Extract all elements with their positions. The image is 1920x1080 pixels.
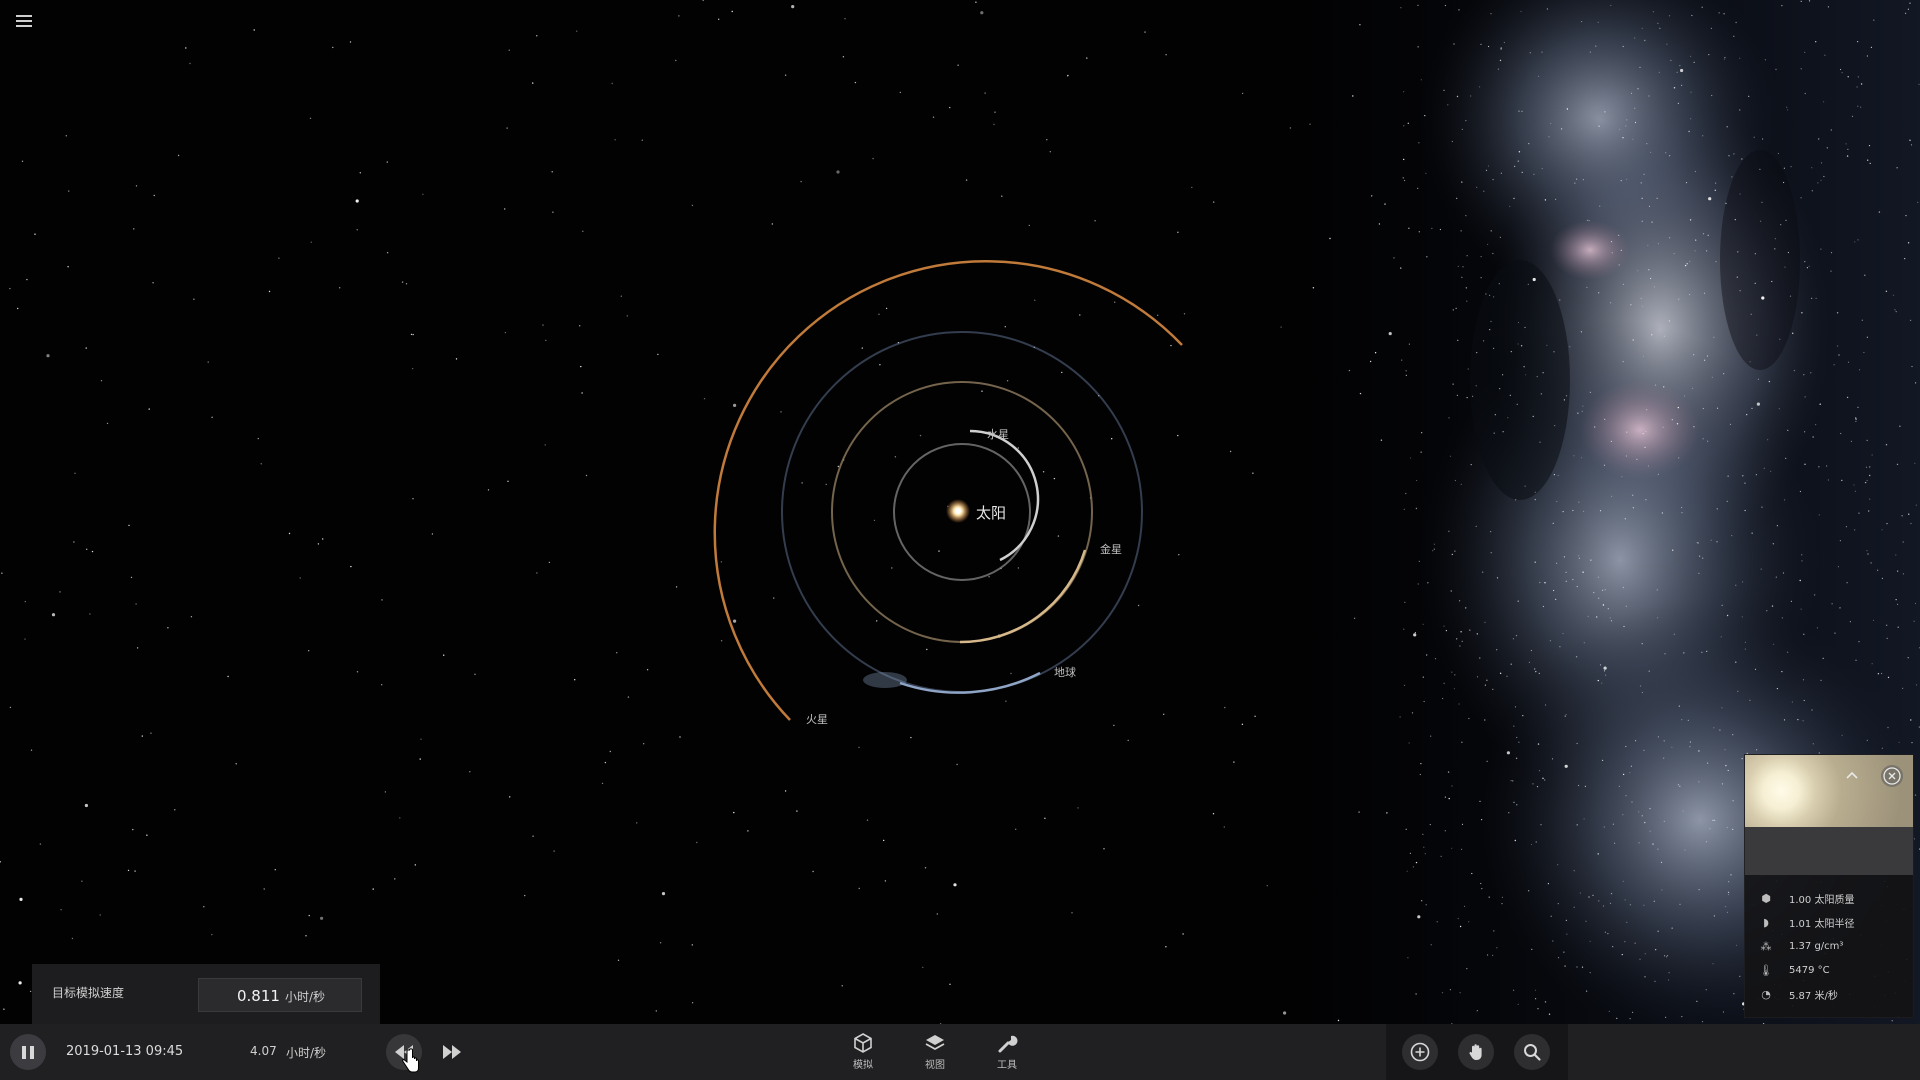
bottom-toolbar: 2019-01-13 09:45 4.07 小时/秒 模拟 视图 工具 bbox=[0, 1024, 1920, 1080]
mouse-cursor-icon bbox=[402, 1048, 419, 1073]
chevron-up-icon[interactable] bbox=[1841, 765, 1863, 787]
search-icon[interactable] bbox=[1514, 1034, 1550, 1070]
stat-density-value: 1.37 g/cm³ bbox=[1789, 940, 1844, 952]
stat-temperature: 🌡︎ 5479 °C bbox=[1759, 961, 1909, 979]
info-header-band bbox=[1745, 827, 1913, 875]
simulation-rate-value[interactable]: 4.07 bbox=[250, 1044, 277, 1058]
thermometer-icon: 🌡︎ bbox=[1759, 963, 1773, 977]
stat-temperature-value: 5479 °C bbox=[1789, 964, 1830, 976]
target-speed-popup: 目标模拟速度 0.811 小时/秒 bbox=[32, 964, 380, 1024]
target-speed-unit: 小时/秒 bbox=[285, 990, 326, 1004]
tab-view-label: 视图 bbox=[925, 1060, 945, 1071]
simulation-datetime[interactable]: 2019-01-13 09:45 bbox=[66, 1044, 183, 1059]
hand-icon[interactable] bbox=[1458, 1034, 1494, 1070]
simulation-rate-unit: 小时/秒 bbox=[286, 1046, 327, 1060]
space-background[interactable] bbox=[0, 0, 1920, 1080]
stat-radius: ◗ 1.01 太阳半径 bbox=[1759, 913, 1909, 931]
target-speed-input[interactable]: 0.811 小时/秒 bbox=[198, 978, 362, 1012]
fast-forward-button[interactable] bbox=[434, 1034, 470, 1070]
density-icon: ⁂ bbox=[1760, 939, 1772, 953]
gauge-icon: ◔ bbox=[1761, 987, 1771, 1001]
radius-icon: ◗ bbox=[1763, 915, 1769, 929]
stat-gravity-value: 5.87 米/秒 bbox=[1789, 990, 1838, 1002]
stat-gravity: ◔ 5.87 米/秒 bbox=[1759, 985, 1909, 1003]
object-info-panel: ⬢ 1.00 太阳质量 ◗ 1.01 太阳半径 ⁂ 1.37 g/cm³ 🌡︎ … bbox=[1744, 754, 1914, 1018]
target-speed-label: 目标模拟速度 bbox=[52, 986, 125, 1000]
tab-simulate-label: 模拟 bbox=[853, 1060, 873, 1071]
stat-mass: ⬢ 1.00 太阳质量 bbox=[1759, 889, 1909, 907]
tab-tools-label: 工具 bbox=[997, 1060, 1017, 1071]
sun-label[interactable]: 太阳 bbox=[976, 502, 1006, 523]
layers-icon bbox=[925, 1035, 945, 1051]
planet-label-mars[interactable]: 火星 bbox=[806, 711, 828, 727]
wrench-icon bbox=[998, 1035, 1018, 1053]
stat-density: ⁂ 1.37 g/cm³ bbox=[1759, 937, 1909, 955]
planet-label-venus[interactable]: 金星 bbox=[1100, 541, 1122, 557]
target-speed-value[interactable]: 0.811 bbox=[237, 987, 280, 1005]
planet-label-earth[interactable]: 地球 bbox=[1054, 664, 1076, 680]
tab-tools[interactable]: 工具 bbox=[977, 1032, 1037, 1078]
tab-simulate[interactable]: 模拟 bbox=[833, 1032, 893, 1078]
navigation-tools bbox=[1386, 1024, 1568, 1080]
planet-label-mercury[interactable]: 水星 bbox=[987, 426, 1009, 442]
cube-icon bbox=[854, 1033, 872, 1053]
close-icon[interactable] bbox=[1881, 765, 1903, 787]
mass-cube-icon: ⬢ bbox=[1761, 891, 1771, 905]
pause-button[interactable] bbox=[10, 1034, 46, 1070]
stat-mass-value: 1.00 太阳质量 bbox=[1789, 894, 1855, 906]
add-circle-icon[interactable] bbox=[1402, 1034, 1438, 1070]
hamburger-menu-icon[interactable] bbox=[12, 12, 36, 36]
tab-view[interactable]: 视图 bbox=[905, 1032, 965, 1078]
stat-radius-value: 1.01 太阳半径 bbox=[1789, 918, 1855, 930]
